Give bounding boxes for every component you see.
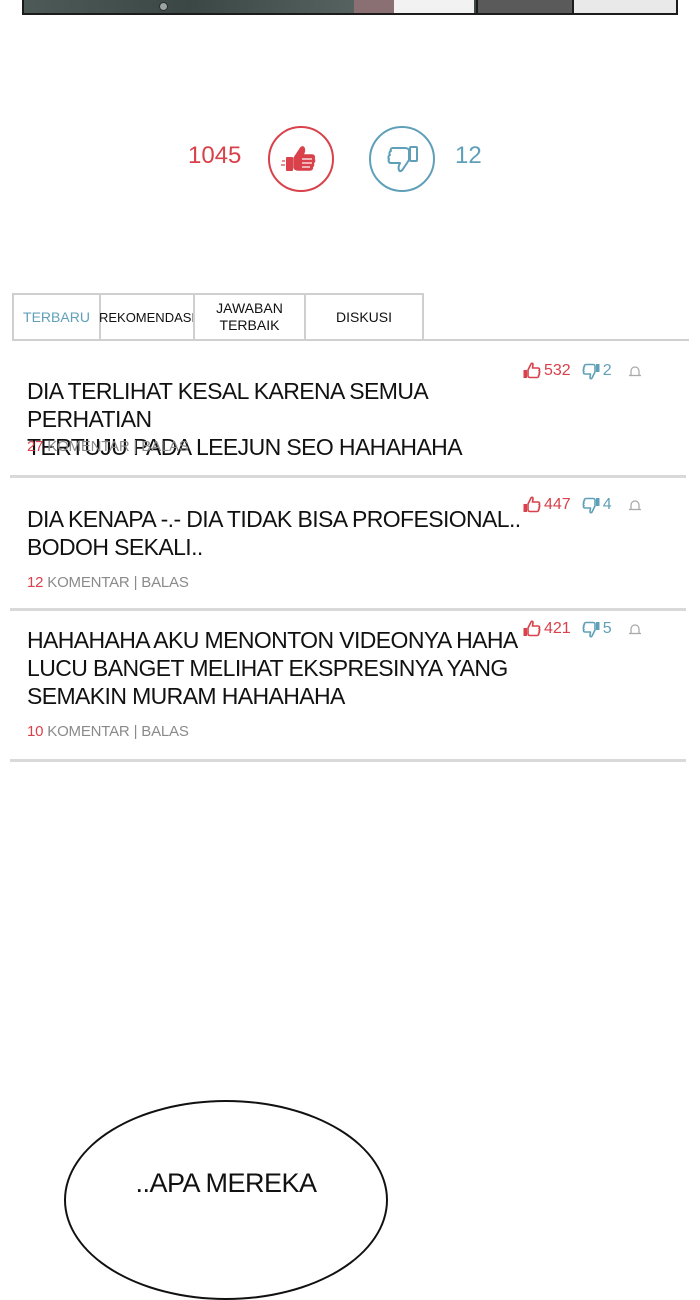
comment-text: HAHAHAHA AKU MENONTON VIDEONYA HAHA LUCU… <box>27 627 518 709</box>
report-button[interactable] <box>628 499 642 511</box>
comment-meta: 10 KOMENTAR | BALAS <box>27 723 189 740</box>
comment-item: 447 4 DIA KENAPA -.- DIA TIDAK BISA PROF… <box>10 478 686 611</box>
tab-rekomendasi[interactable]: REKOMENDASI <box>99 293 195 341</box>
comic-jacket-button <box>159 2 168 11</box>
tab-diskusi[interactable]: DISKUSI <box>304 293 424 341</box>
dislike-count: 12 <box>455 142 482 169</box>
comment-item: 421 5 HAHAHAHA AKU MENONTON VIDEONYA HAH… <box>10 611 686 762</box>
report-icon <box>628 500 641 511</box>
comment-dislike-count: 5 <box>602 620 612 637</box>
comment-like-button[interactable]: 421 <box>522 620 571 638</box>
view-replies-link[interactable]: 10 KOMENTAR <box>27 723 130 740</box>
comment-like-button[interactable]: 447 <box>522 496 571 514</box>
thumbs-up-icon <box>281 146 316 171</box>
comment-like-count: 532 <box>544 362 571 379</box>
comment-tabs: TERBARU REKOMENDASI JAWABAN TERBAIK DISK… <box>12 293 424 341</box>
comment-dislike-count: 2 <box>602 362 612 379</box>
reply-button[interactable]: BALAS <box>141 438 189 455</box>
tab-label: JAWABAN TERBAIK <box>216 300 283 333</box>
thumbs-down-icon <box>582 363 600 380</box>
meta-separator: | <box>133 574 138 591</box>
comment-text: DIA KENAPA -.- DIA TIDAK BISA PROFESIONA… <box>27 506 521 560</box>
dislike-button[interactable] <box>369 126 435 192</box>
comic-panel-art <box>24 0 354 13</box>
speech-bubble-text: ..APA MEREKA <box>135 1168 317 1198</box>
tab-terbaru[interactable]: TERBARU <box>12 293 99 341</box>
thumbs-down-icon <box>582 497 600 514</box>
comic-panel-art <box>354 0 394 13</box>
report-icon <box>628 624 641 635</box>
comic-panel-art <box>572 0 676 13</box>
comment-dislike-button[interactable]: 4 <box>581 496 612 514</box>
comment-dislike-button[interactable]: 2 <box>581 362 612 380</box>
comment-dislike-button[interactable]: 5 <box>581 620 612 638</box>
report-button[interactable] <box>628 365 642 377</box>
reply-label: KOMENTAR <box>47 574 130 591</box>
thumbs-down-icon <box>582 621 600 638</box>
comment-like-count: 447 <box>544 496 571 513</box>
comment-dislike-count: 4 <box>602 496 612 513</box>
comic-panel-art <box>394 0 474 13</box>
view-replies-link[interactable]: 27 KOMENTAR <box>27 438 130 455</box>
tab-jawaban-terbaik[interactable]: JAWABAN TERBAIK <box>193 293 304 341</box>
comic-panel-art <box>476 0 574 13</box>
like-button[interactable] <box>268 126 334 192</box>
reply-button[interactable]: BALAS <box>141 723 189 740</box>
reply-count: 10 <box>27 723 44 740</box>
meta-separator: | <box>133 723 138 740</box>
comic-panel-top <box>22 0 678 15</box>
report-button[interactable] <box>628 623 642 635</box>
like-count: 1045 <box>188 142 242 169</box>
report-icon <box>628 366 641 377</box>
comment-stats: 447 4 <box>522 495 642 515</box>
comment-item: 532 2 DIA TERLIHAT KESAL KARENA SEMUA PE… <box>10 342 686 478</box>
view-replies-link[interactable]: 12 KOMENTAR <box>27 574 130 591</box>
reply-button[interactable]: BALAS <box>141 574 189 591</box>
comic-speech-bubble: ..APA MEREKA <box>64 1100 388 1300</box>
reply-count: 12 <box>27 574 44 591</box>
comment-stats: 421 5 <box>522 619 642 639</box>
reply-count: 27 <box>27 438 44 455</box>
comment-stats: 532 2 <box>522 361 642 381</box>
reply-label: KOMENTAR <box>47 723 130 740</box>
tabs-divider <box>12 339 689 341</box>
comment-like-button[interactable]: 532 <box>522 362 571 380</box>
reply-label: KOMENTAR <box>47 438 130 455</box>
episode-vote-bar: 1045 12 <box>0 126 700 192</box>
comment-meta: 12 KOMENTAR | BALAS <box>27 574 189 591</box>
comment-meta: 27 KOMENTAR | BALAS <box>27 438 189 455</box>
comment-like-count: 421 <box>544 620 571 637</box>
thumbs-down-icon <box>387 146 418 173</box>
meta-separator: | <box>133 438 138 455</box>
